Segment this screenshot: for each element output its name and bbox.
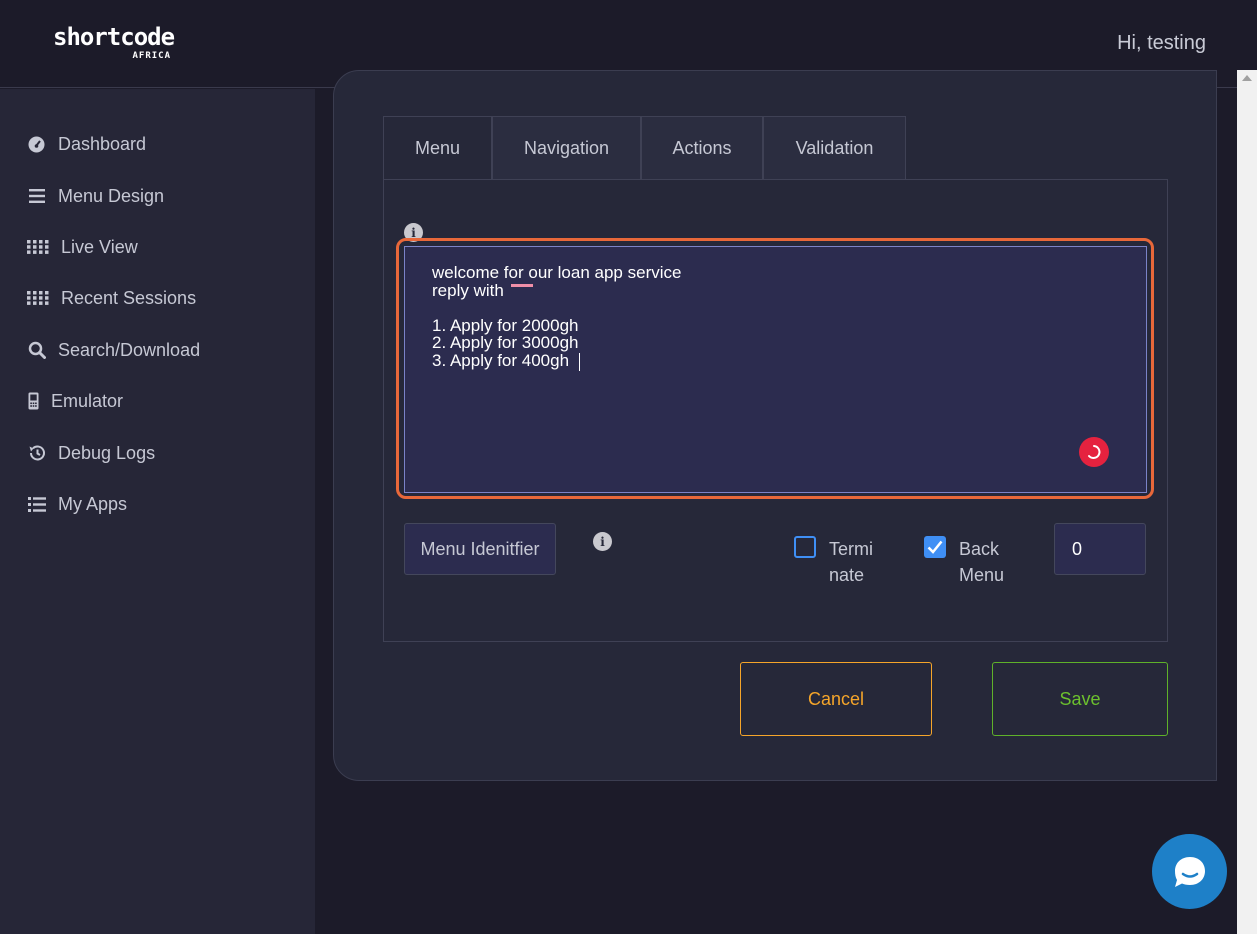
menu-editor-tabs: Menu Navigation Actions Validation xyxy=(383,116,906,180)
cancel-button[interactable]: Cancel xyxy=(740,662,932,736)
grammar-assistant-icon[interactable] xyxy=(1079,437,1109,467)
info-icon[interactable]: i xyxy=(593,532,612,551)
back-menu-checkbox[interactable] xyxy=(924,536,946,558)
sidebar-item-live-view[interactable]: Live View xyxy=(27,232,138,262)
terminate-checkbox[interactable] xyxy=(794,536,816,558)
dashboard-gauge-icon xyxy=(27,135,46,154)
save-button[interactable]: Save xyxy=(992,662,1168,736)
sidebar-item-menu-design[interactable]: Menu Design xyxy=(27,181,164,211)
list-icon xyxy=(27,495,46,514)
bars-icon xyxy=(27,187,46,206)
sidebar-item-search-download[interactable]: Search/Download xyxy=(27,335,200,365)
tab-menu[interactable]: Menu xyxy=(383,116,492,180)
back-menu-label: Back Menu xyxy=(959,539,1005,585)
tab-validation[interactable]: Validation xyxy=(763,116,906,180)
grid-dots-icon xyxy=(27,238,49,257)
user-greeting[interactable]: Hi, testing xyxy=(1117,32,1206,55)
grid-dots-icon xyxy=(27,289,49,308)
sidebar-item-recent-sessions[interactable]: Recent Sessions xyxy=(27,283,196,313)
tab-navigation[interactable]: Navigation xyxy=(492,116,641,180)
history-icon xyxy=(27,444,46,463)
menu-identifier-field[interactable]: Menu Idenitfier xyxy=(404,523,556,575)
sidebar-item-label: My Apps xyxy=(58,493,128,514)
sidebar: Dashboard Menu Design Live View Recent S… xyxy=(0,89,315,934)
sidebar-item-debug-logs[interactable]: Debug Logs xyxy=(27,438,155,468)
sidebar-item-my-apps[interactable]: My Apps xyxy=(27,489,127,519)
tab-actions[interactable]: Actions xyxy=(641,116,763,180)
text-caret xyxy=(579,353,580,371)
shortcode-africa-logo[interactable]: shortcode AFRICA xyxy=(53,22,175,64)
spellcheck-underline xyxy=(511,284,533,287)
sidebar-item-label: Menu Design xyxy=(58,185,165,206)
sidebar-item-label: Debug Logs xyxy=(58,442,156,463)
sidebar-item-dashboard[interactable]: Dashboard xyxy=(27,129,146,159)
sidebar-item-emulator[interactable]: Emulator xyxy=(27,386,123,416)
chat-widget-button[interactable] xyxy=(1152,834,1227,909)
sidebar-item-label: Live View xyxy=(61,236,138,257)
sidebar-item-label: Dashboard xyxy=(58,133,147,154)
sidebar-item-label: Search/Download xyxy=(58,339,201,360)
logo-subtext: AFRICA xyxy=(132,51,171,61)
phone-icon xyxy=(27,392,39,411)
sidebar-item-label: Recent Sessions xyxy=(61,287,197,308)
chat-bubble-icon xyxy=(1174,856,1205,887)
scroll-up-icon[interactable] xyxy=(1242,75,1252,81)
checkmark-icon xyxy=(927,540,943,554)
logo-text: shortcode xyxy=(53,23,175,51)
menu-number-input[interactable]: 0 xyxy=(1054,523,1146,575)
page-scrollbar[interactable] xyxy=(1237,70,1257,934)
search-icon xyxy=(27,341,46,360)
sidebar-item-label: Emulator xyxy=(51,390,124,411)
terminate-label: Termi nate xyxy=(829,539,873,585)
